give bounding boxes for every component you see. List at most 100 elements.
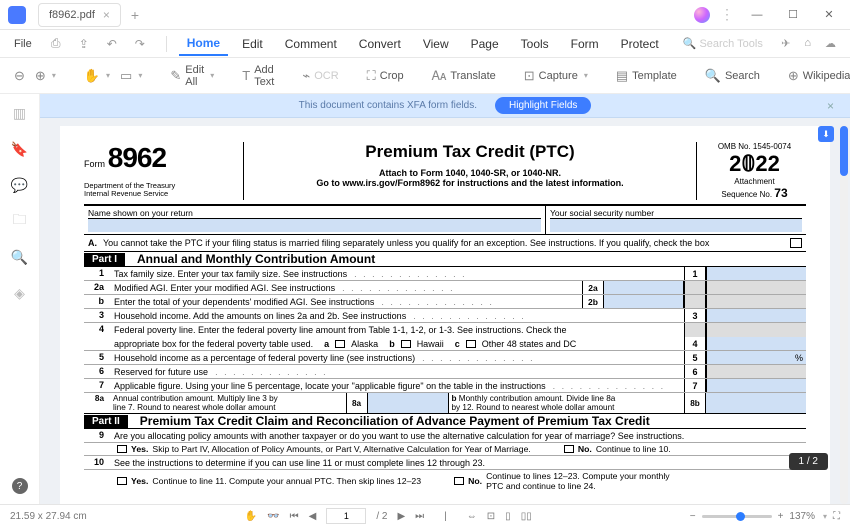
translate-button[interactable]: 🗛Translate [432, 68, 496, 84]
app-icon [8, 6, 26, 24]
tab-page[interactable]: Page [463, 33, 507, 55]
tab-form[interactable]: Form [563, 33, 607, 55]
line1-field[interactable] [706, 267, 806, 280]
tab-protect[interactable]: Protect [613, 33, 667, 55]
comments-icon[interactable]: 💬 [11, 176, 29, 194]
tab-tools[interactable]: Tools [513, 33, 557, 55]
two-page-icon[interactable]: ▯▯ [521, 511, 532, 522]
pdf-page: Form 8962 Department of the Treasury Int… [60, 126, 830, 504]
line10-yes-checkbox[interactable] [117, 477, 127, 485]
scroll-thumb[interactable] [840, 126, 848, 176]
redo-icon[interactable]: ↷ [132, 36, 148, 52]
part-ii-title: Premium Tax Credit Claim and Reconciliat… [140, 414, 650, 428]
template-button[interactable]: ▤Template [616, 68, 677, 84]
fit-page-icon[interactable]: ⊡ [487, 511, 495, 522]
next-page-icon[interactable]: ▶ [397, 511, 405, 522]
line2a-field[interactable] [604, 281, 684, 294]
line9-no-checkbox[interactable] [564, 445, 574, 453]
tab-home[interactable]: Home [179, 32, 228, 56]
line8b-field[interactable] [706, 393, 806, 413]
search-button[interactable]: 🔍Search [705, 68, 760, 84]
read-mode-icon[interactable]: 👓 [267, 511, 279, 522]
layers-icon[interactable]: ◈ [11, 284, 29, 302]
form-attach: Attach to Form 1040, 1040-SR, or 1040-NR… [254, 168, 686, 178]
tab-convert[interactable]: Convert [351, 33, 409, 55]
search-tools-input[interactable]: 🔍 Search Tools [683, 37, 763, 50]
zoom-out-button[interactable]: ⊖ [14, 68, 25, 84]
xfa-close-icon[interactable]: × [827, 99, 834, 113]
edit-all-button[interactable]: ✎Edit All▾ [170, 64, 214, 88]
maximize-button[interactable]: ☐ [780, 5, 806, 25]
tab-edit[interactable]: Edit [234, 33, 271, 55]
line4-field[interactable] [706, 337, 806, 350]
hand-mode-icon[interactable]: ✋ [245, 511, 257, 522]
line3-field[interactable] [706, 309, 806, 322]
line9-yes-checkbox[interactable] [117, 445, 127, 453]
first-page-icon[interactable]: ⏮ [290, 511, 299, 522]
help-icon[interactable]: ? [12, 478, 28, 494]
home-icon[interactable]: ⌂ [804, 37, 811, 50]
ai-orb-icon[interactable] [694, 7, 710, 23]
line2b-field[interactable] [604, 295, 684, 308]
minimize-button[interactable]: — [744, 5, 770, 25]
name-field[interactable]: Name shown on your return [84, 206, 546, 234]
part-ii-tag: Part II [84, 415, 128, 428]
crop-button[interactable]: ⛶Crop [367, 68, 404, 84]
download-badge-icon[interactable]: ⬇ [818, 126, 834, 142]
zoom-in-icon[interactable]: + [778, 511, 784, 522]
page-dimensions: 21.59 x 27.94 cm [10, 511, 87, 522]
hand-tool-button[interactable]: ✋▾ [84, 68, 110, 84]
part-i-title: Annual and Monthly Contribution Amount [137, 252, 375, 266]
file-menu[interactable]: File [14, 38, 32, 50]
page-number-input[interactable] [326, 508, 366, 524]
prev-page-icon[interactable]: ◀ [309, 511, 317, 522]
other48-checkbox[interactable] [466, 340, 476, 348]
page-total: / 2 [376, 511, 387, 522]
wikipedia-button[interactable]: ⊕Wikipedia [788, 68, 850, 84]
fit-width-icon[interactable]: ⇔ [467, 511, 477, 522]
close-tab-icon[interactable]: × [103, 8, 110, 22]
zoom-in-button[interactable]: ⊕▾ [35, 68, 56, 84]
part-i-tag: Part I [84, 253, 125, 266]
alaska-checkbox[interactable] [335, 340, 345, 348]
xfa-message: This document contains XFA form fields. [299, 100, 477, 111]
print-icon[interactable]: ⎙ [48, 36, 64, 52]
send-icon[interactable]: ✈ [781, 37, 790, 50]
cloud-icon[interactable]: ☁ [825, 37, 836, 50]
form-label: Form [84, 159, 105, 169]
line7-field[interactable] [706, 379, 806, 392]
fullscreen-icon[interactable]: ⛶ [833, 511, 840, 522]
document-tab[interactable]: f8962.pdf × [38, 3, 121, 27]
undo-icon[interactable]: ↶ [104, 36, 120, 52]
more-menu-icon[interactable]: ⋮ [720, 6, 734, 23]
tax-year: 2𝟘22 [703, 151, 806, 177]
exception-checkbox[interactable] [790, 238, 802, 248]
new-tab-button[interactable]: + [131, 7, 139, 23]
ocr-button[interactable]: ⌁OCR [302, 68, 338, 84]
zoom-out-icon[interactable]: − [690, 511, 696, 522]
add-text-button[interactable]: TAdd Text [242, 64, 274, 88]
tab-view[interactable]: View [415, 33, 457, 55]
thumbnails-icon[interactable]: ▥ [11, 104, 29, 122]
page-counter-badge: 1 / 2 [789, 453, 828, 470]
search-panel-icon[interactable]: 🔍 [11, 248, 29, 266]
attachments-icon[interactable]: 🗀 [11, 212, 29, 230]
zoom-slider[interactable] [702, 515, 772, 518]
line8a-field[interactable] [368, 393, 448, 413]
bookmarks-icon[interactable]: 🔖 [11, 140, 29, 158]
highlight-fields-button[interactable]: Highlight Fields [495, 97, 591, 114]
hawaii-checkbox[interactable] [401, 340, 411, 348]
xfa-notice-bar: This document contains XFA form fields. … [40, 94, 850, 118]
select-tool-button[interactable]: ▭▾ [120, 68, 142, 84]
line5-field[interactable]: % [706, 351, 806, 364]
tab-comment[interactable]: Comment [277, 33, 345, 55]
share-icon[interactable]: ⇪ [76, 36, 92, 52]
zoom-menu-icon[interactable]: ▾ [823, 512, 827, 521]
close-window-button[interactable]: ✕ [816, 5, 842, 25]
capture-button[interactable]: ⊡Capture▾ [524, 68, 588, 84]
ssn-field[interactable]: Your social security number [546, 206, 806, 234]
last-page-icon[interactable]: ⏭ [415, 511, 424, 522]
line10-no-checkbox[interactable] [454, 477, 464, 485]
single-page-icon[interactable]: ▯ [505, 511, 511, 522]
vertical-scrollbar[interactable] [840, 124, 848, 504]
